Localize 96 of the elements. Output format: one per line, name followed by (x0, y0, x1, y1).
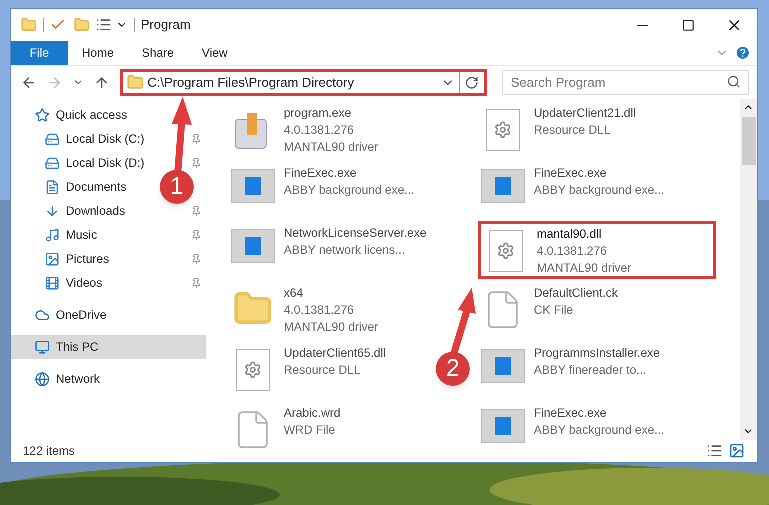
tiles-view-icon[interactable] (729, 443, 745, 459)
address-path: C:\Program Files\Program Directory (148, 74, 356, 92)
file-detail: Resource DLL (534, 122, 612, 139)
pin-icon[interactable] (191, 278, 202, 288)
file-name: ProgrammsInstaller.exe (534, 345, 660, 362)
file-detail: 4.0.1381.276 (537, 243, 608, 260)
nav-item[interactable]: Downloads (45, 199, 126, 223)
file-detail: MANTAL90 driver (537, 260, 632, 277)
file-tile[interactable]: mantal90.dll 4.0.1381.276 MANTAL90 driver (478, 221, 716, 279)
nav-item[interactable]: Videos (45, 271, 102, 295)
ribbon-tab[interactable]: View (188, 41, 242, 65)
file-name: DefaultClient.ck (534, 285, 618, 302)
file-detail: 4.0.1381.276 (284, 302, 356, 319)
file-tile[interactable]: program.exe 4.0.1381.276 MANTAL90 driver (228, 103, 380, 161)
file-detail: 4.0.1381.276 (284, 122, 356, 139)
pin-icon[interactable] (191, 254, 202, 264)
file-detail: ABBY network licens... (284, 242, 406, 259)
globe-icon (35, 372, 50, 386)
search-icon (727, 75, 742, 89)
file-detail: WRD File (284, 422, 336, 439)
file-detail: ABBY background exe... (284, 182, 415, 199)
file-name: FineExec.exe (534, 165, 608, 182)
file-detail: MANTAL90 driver (284, 139, 378, 156)
file-name: Arabic.wrd (284, 405, 341, 422)
folder-icon (126, 74, 144, 91)
file-detail: MANTAL90 driver (284, 319, 378, 336)
gear-file-icon (486, 109, 520, 151)
gear-file-icon (489, 230, 523, 272)
maximize-icon (682, 18, 694, 32)
nav-item[interactable]: Quick access (11, 103, 206, 127)
scrollbar-thumb[interactable] (742, 117, 756, 165)
file-tile[interactable]: x64 4.0.1381.276 MANTAL90 driver (228, 283, 380, 341)
pin-icon[interactable] (191, 134, 202, 144)
details-view-icon[interactable] (707, 443, 723, 459)
ribbon-tab[interactable]: Home (68, 41, 128, 65)
nav-item[interactable]: This PC (11, 335, 206, 359)
file-name: NetworkLicenseServer.exe (284, 225, 427, 242)
file-name: mantal90.dll (537, 226, 603, 243)
file-name: x64 (284, 285, 304, 302)
window-icon (231, 229, 275, 263)
minimize-icon (636, 24, 648, 26)
nav-item[interactable]: Network (11, 367, 206, 391)
window-icon (231, 169, 275, 203)
file-tile[interactable]: UpdaterClient65.dll Resource DLL (228, 343, 388, 401)
file-tile[interactable]: Arabic.wrd WRD File (228, 403, 343, 461)
back-icon[interactable] (21, 74, 37, 90)
window-icon (481, 349, 525, 383)
film-icon (45, 276, 60, 290)
file-tile[interactable]: DefaultClient.ck CK File (478, 283, 620, 341)
file-name: UpdaterClient65.dll (284, 345, 386, 362)
file-tile[interactable]: FineExec.exe ABBY background exe... (228, 163, 417, 221)
pin-icon[interactable] (191, 158, 202, 168)
pin-icon[interactable] (191, 230, 202, 240)
window-icon (481, 169, 525, 203)
nav-item[interactable]: OneDrive (11, 303, 206, 327)
refresh-icon[interactable] (465, 76, 480, 90)
ribbon-tab[interactable]: Share (128, 41, 188, 65)
star-icon (35, 108, 50, 122)
forward-icon[interactable] (46, 74, 63, 90)
file-tile[interactable]: FineExec.exe ABBY background exe... (478, 403, 667, 461)
file-name: FineExec.exe (534, 405, 608, 422)
file-name: UpdaterClient21.dll (534, 105, 636, 122)
nav-item[interactable]: Documents (45, 175, 127, 199)
nav-item[interactable]: Music (45, 223, 98, 247)
nav-item[interactable]: Pictures (45, 247, 110, 271)
file-tile[interactable]: ProgrammsInstaller.exe ABBY finereader to... (478, 343, 662, 401)
music-note-icon (45, 228, 60, 242)
nav-item[interactable]: Local Disk (D:) (45, 151, 145, 175)
file-name: FineExec.exe (284, 165, 358, 182)
help-icon[interactable] (735, 45, 751, 61)
item-count: 122 items (23, 443, 76, 460)
file-detail: Resource DLL (284, 362, 362, 379)
list-icon[interactable] (96, 17, 112, 33)
document-icon (45, 180, 60, 194)
file-detail: ABBY background exe... (534, 422, 665, 439)
file-tile[interactable]: UpdaterClient21.dll Resource DLL (478, 103, 638, 161)
pin-icon[interactable] (191, 206, 202, 216)
file-tile[interactable]: FineExec.exe ABBY background exe... (478, 163, 667, 221)
file-tab[interactable]: File (11, 41, 68, 65)
file-detail: ABBY background exe... (534, 182, 665, 199)
window-title: Program (141, 16, 191, 34)
window-icon (481, 409, 525, 443)
nav-item[interactable]: Local Disk (C:) (45, 127, 145, 151)
gear-file-icon (236, 349, 270, 391)
monitor-icon (35, 340, 50, 354)
file-name: program.exe (284, 105, 352, 122)
file-detail: CK File (534, 302, 574, 319)
search-field[interactable]: Search Program (502, 70, 750, 95)
picture-icon (45, 252, 60, 266)
file-detail: ABBY finereader to... (534, 362, 648, 379)
file-tile[interactable]: NetworkLicenseServer.exe ABBY network licens... (228, 223, 429, 281)
download-icon (45, 204, 60, 218)
cloud-icon (35, 308, 50, 322)
up-icon[interactable] (94, 74, 110, 90)
address-bar[interactable]: C:\Program Files\Program Directory (120, 69, 488, 96)
scrollbar[interactable] (740, 99, 757, 440)
